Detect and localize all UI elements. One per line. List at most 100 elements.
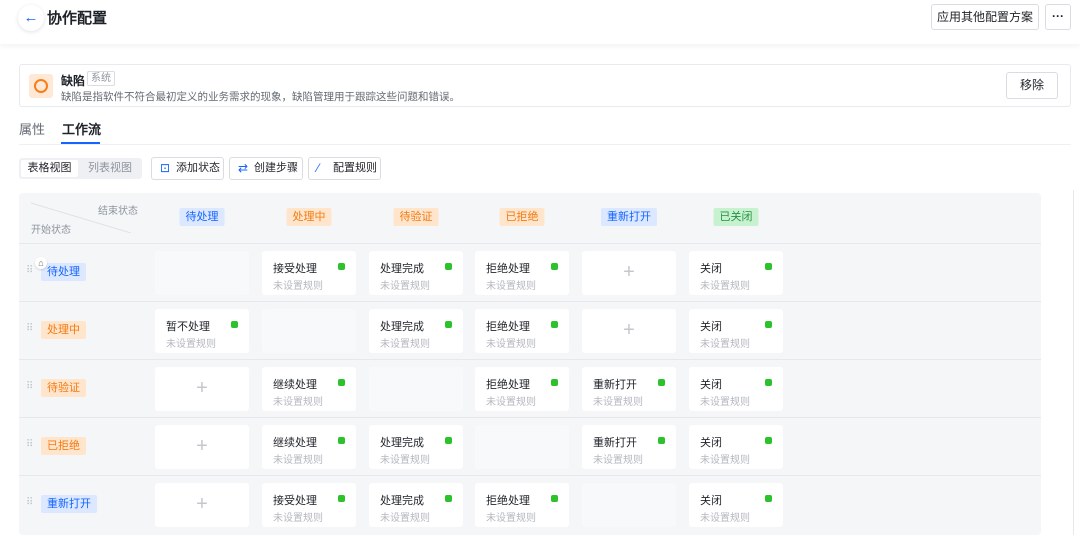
transition-name: 关闭 bbox=[700, 376, 722, 392]
row-divider bbox=[19, 417, 1041, 418]
transition-cell[interactable]: 拒绝处理未设置规则 bbox=[475, 251, 569, 295]
status-dot-icon bbox=[765, 437, 772, 444]
status-dot-icon bbox=[765, 263, 772, 270]
column-header-处理中: 处理中 bbox=[287, 208, 332, 226]
status-dot-icon bbox=[338, 437, 345, 444]
transition-name: 重新打开 bbox=[593, 434, 637, 450]
row-header-处理中: 处理中 bbox=[41, 321, 86, 339]
transition-name: 拒绝处理 bbox=[486, 492, 530, 508]
column-header-已拒绝: 已拒绝 bbox=[500, 208, 545, 226]
transition-cell[interactable]: 重新打开未设置规则 bbox=[582, 367, 676, 411]
transition-cell[interactable]: 接受处理未设置规则 bbox=[262, 483, 356, 527]
transition-name: 拒绝处理 bbox=[486, 318, 530, 334]
transition-rule: 未设置规则 bbox=[486, 509, 536, 524]
transition-rule: 未设置规则 bbox=[380, 451, 430, 466]
transition-cell[interactable]: 继续处理未设置规则 bbox=[262, 425, 356, 469]
transition-cell[interactable]: 继续处理未设置规则 bbox=[262, 367, 356, 411]
transition-cell[interactable]: 处理完成未设置规则 bbox=[369, 251, 463, 295]
add-state-icon: ⊡ bbox=[160, 158, 170, 179]
transition-name: 关闭 bbox=[700, 434, 722, 450]
plus-icon: + bbox=[155, 378, 249, 398]
list-view-option[interactable]: 列表视图 bbox=[80, 160, 140, 177]
add-transition-button[interactable]: + bbox=[155, 367, 249, 411]
column-header-待处理: 待处理 bbox=[180, 208, 225, 226]
row-header-待验证: 待验证 bbox=[41, 379, 86, 397]
add-state-label: 添加状态 bbox=[176, 162, 220, 174]
transition-cell[interactable]: 拒绝处理未设置规则 bbox=[475, 483, 569, 527]
more-button[interactable]: ··· bbox=[1045, 4, 1071, 30]
transition-name: 处理完成 bbox=[380, 260, 424, 276]
back-arrow-icon[interactable]: ← bbox=[18, 5, 44, 31]
add-transition-button[interactable]: + bbox=[155, 425, 249, 469]
defect-type-icon bbox=[29, 74, 53, 98]
transition-name: 关闭 bbox=[700, 260, 722, 276]
apply-other-config-button[interactable]: 应用其他配置方案 bbox=[931, 4, 1039, 30]
transition-cell[interactable]: 关闭未设置规则 bbox=[689, 425, 783, 469]
create-step-button[interactable]: ⇄创建步骤 bbox=[229, 157, 303, 180]
add-transition-button[interactable]: + bbox=[155, 483, 249, 527]
transition-name: 处理完成 bbox=[380, 492, 424, 508]
config-rule-button[interactable]: ⁄配置规则 bbox=[308, 157, 381, 180]
status-dot-icon bbox=[231, 321, 238, 328]
transition-cell[interactable]: 暂不处理未设置规则 bbox=[155, 309, 249, 353]
status-dot-icon bbox=[765, 321, 772, 328]
transition-rule: 未设置规则 bbox=[700, 393, 750, 408]
tab-workflow[interactable]: 工作流 bbox=[62, 119, 101, 138]
add-transition-button[interactable]: + bbox=[582, 309, 676, 353]
transition-name: 拒绝处理 bbox=[486, 260, 530, 276]
column-header-待验证: 待验证 bbox=[394, 208, 439, 226]
drag-handle-icon[interactable]: ⠿ bbox=[26, 439, 32, 450]
transition-cell[interactable]: 处理完成未设置规则 bbox=[369, 483, 463, 527]
transition-cell[interactable]: 关闭未设置规则 bbox=[689, 309, 783, 353]
transition-cell[interactable]: 关闭未设置规则 bbox=[689, 251, 783, 295]
status-dot-icon bbox=[445, 437, 452, 444]
status-dot-icon bbox=[551, 379, 558, 386]
status-dot-icon bbox=[445, 263, 452, 270]
transition-name: 暂不处理 bbox=[166, 318, 210, 334]
transition-name: 处理完成 bbox=[380, 434, 424, 450]
remove-button[interactable]: 移除 bbox=[1006, 72, 1058, 99]
transition-cell[interactable]: 接受处理未设置规则 bbox=[262, 251, 356, 295]
status-dot-icon bbox=[765, 379, 772, 386]
drag-handle-icon[interactable]: ⠿ bbox=[26, 265, 32, 276]
tab-attributes[interactable]: 属性 bbox=[19, 119, 45, 138]
step-icon: ⇄ bbox=[238, 158, 248, 179]
transition-cell[interactable]: 处理完成未设置规则 bbox=[369, 309, 463, 353]
type-name: 缺陷 bbox=[61, 72, 85, 89]
status-dot-icon bbox=[338, 263, 345, 270]
add-state-button[interactable]: ⊡ 添加状态 bbox=[151, 157, 224, 180]
transition-rule: 未设置规则 bbox=[700, 509, 750, 524]
transition-name: 接受处理 bbox=[273, 492, 317, 508]
row-header-重新打开: 重新打开 bbox=[41, 495, 97, 513]
transition-rule: 未设置规则 bbox=[700, 451, 750, 466]
row-divider bbox=[19, 301, 1041, 302]
row-divider bbox=[19, 475, 1041, 476]
home-icon: ⌂ bbox=[35, 257, 47, 269]
transition-cell[interactable]: 拒绝处理未设置规则 bbox=[475, 309, 569, 353]
transition-name: 关闭 bbox=[700, 318, 722, 334]
transition-rule: 未设置规则 bbox=[486, 335, 536, 350]
transition-cell[interactable]: 处理完成未设置规则 bbox=[369, 425, 463, 469]
transition-cell[interactable]: 重新打开未设置规则 bbox=[582, 425, 676, 469]
empty-cell bbox=[262, 309, 356, 353]
transition-rule: 未设置规则 bbox=[486, 277, 536, 292]
transition-cell[interactable]: 关闭未设置规则 bbox=[689, 367, 783, 411]
transition-cell[interactable]: 拒绝处理未设置规则 bbox=[475, 367, 569, 411]
table-view-option[interactable]: 表格视图 bbox=[21, 160, 78, 177]
status-dot-icon bbox=[551, 321, 558, 328]
transition-name: 关闭 bbox=[700, 492, 722, 508]
empty-cell bbox=[369, 367, 463, 411]
transition-rule: 未设置规则 bbox=[273, 509, 323, 524]
drag-handle-icon[interactable]: ⠿ bbox=[26, 323, 32, 334]
drag-handle-icon[interactable]: ⠿ bbox=[26, 497, 32, 508]
add-transition-button[interactable]: + bbox=[582, 251, 676, 295]
transition-name: 处理完成 bbox=[380, 318, 424, 334]
scrollbar-track[interactable] bbox=[1073, 190, 1074, 535]
status-dot-icon bbox=[658, 379, 665, 386]
transition-cell[interactable]: 关闭未设置规则 bbox=[689, 483, 783, 527]
transition-rule: 未设置规则 bbox=[380, 509, 430, 524]
type-card: 缺陷 系统 缺陷是指软件不符合最初定义的业务需求的现象，缺陷管理用于跟踪这些问题… bbox=[19, 64, 1071, 107]
column-header-已关闭: 已关闭 bbox=[714, 208, 759, 226]
status-dot-icon bbox=[445, 495, 452, 502]
drag-handle-icon[interactable]: ⠿ bbox=[26, 381, 32, 392]
